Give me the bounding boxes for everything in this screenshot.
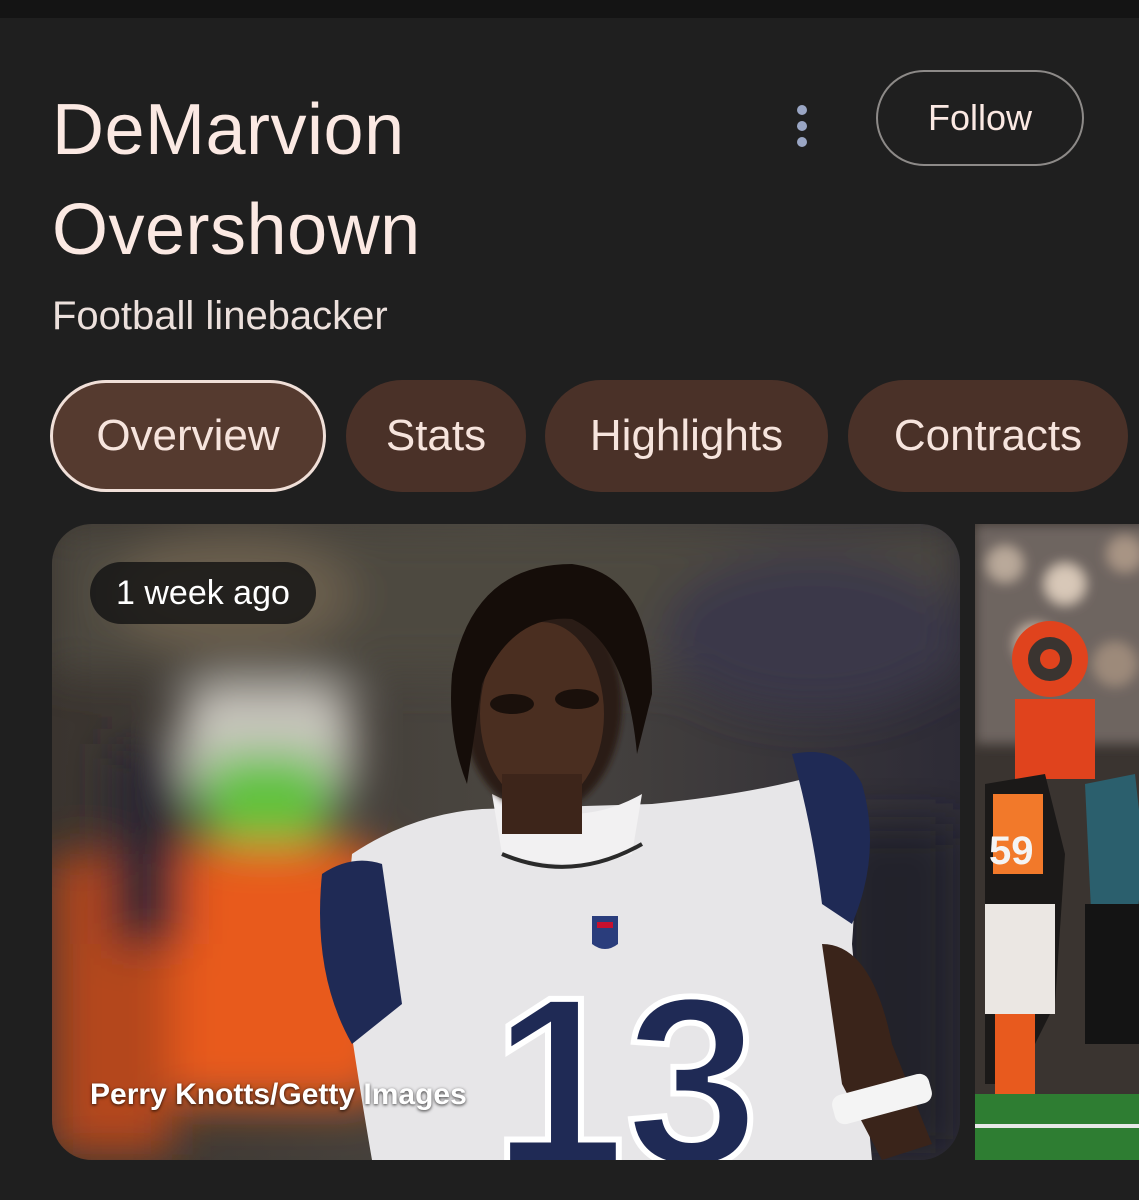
more-options-button[interactable]: [776, 96, 828, 156]
side-image-card[interactable]: 59: [975, 524, 1139, 1160]
timestamp-badge: 1 week ago: [90, 562, 316, 624]
follow-button[interactable]: Follow: [876, 70, 1084, 166]
knowledge-panel: DeMarvion Overshown Football linebacker …: [0, 18, 1139, 1200]
status-bar: [0, 0, 1139, 18]
tab-overview[interactable]: Overview: [50, 380, 326, 492]
game-action-image: 59: [975, 524, 1139, 1160]
jersey-number: 13: [492, 947, 759, 1160]
side-jersey-number: 59: [989, 829, 1034, 873]
tab-highlights[interactable]: Highlights: [545, 380, 828, 492]
title-line-2: Overshown: [52, 190, 421, 270]
tab-stats[interactable]: Stats: [346, 380, 526, 492]
tab-contracts[interactable]: Contracts: [848, 380, 1128, 492]
tab-bar: Overview Stats Highlights Contracts: [0, 380, 1139, 492]
more-vert-icon: [797, 105, 807, 147]
page-title: DeMarvion Overshown: [52, 80, 652, 280]
news-image-card[interactable]: 13 1 week ago Perry Knotts/Getty Images: [52, 524, 960, 1160]
image-credit: Perry Knotts/Getty Images: [90, 1078, 467, 1111]
entity-subtitle: Football linebacker: [52, 294, 388, 338]
title-line-1: DeMarvion: [52, 90, 405, 170]
